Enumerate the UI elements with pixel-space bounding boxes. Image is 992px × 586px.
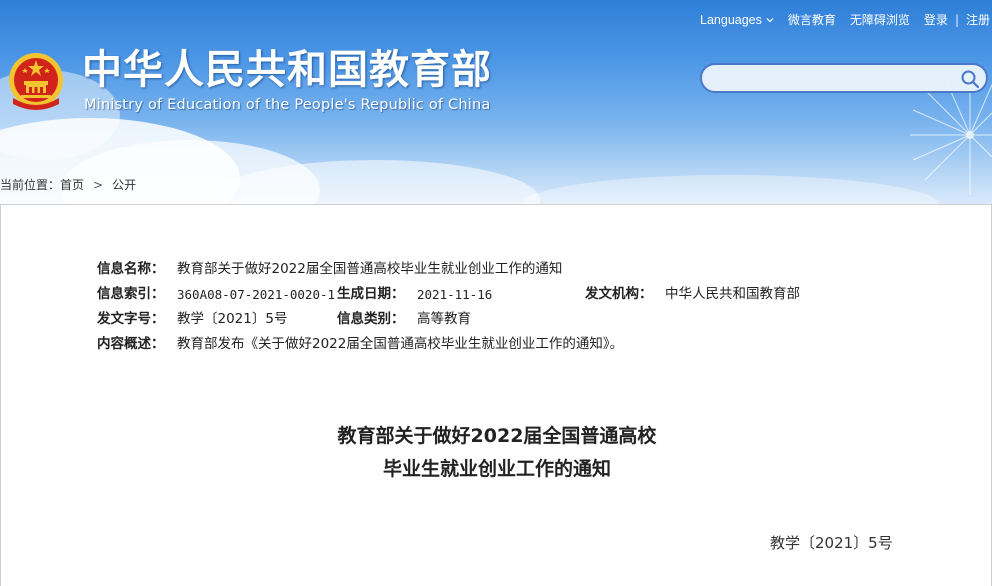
login-link[interactable]: 登录 (924, 11, 948, 28)
cloud-decoration (520, 175, 940, 205)
top-links: Languages 微言教育 无障碍浏览 登录 | 注册 (686, 11, 990, 28)
content-panel: 信息名称： 教育部关于做好2022届全国普通高校毕业生就业创业工作的通知 信息索… (0, 204, 992, 586)
document-title-line1: 教育部关于做好2022届全国普通高校 (337, 425, 657, 447)
info-org-label: 发文机构： (585, 286, 653, 302)
document-number: 教学〔2021〕5号 (770, 534, 893, 552)
breadcrumb-prefix: 当前位置： (0, 178, 61, 192)
languages-label: Languages (700, 12, 762, 27)
breadcrumb-home-link[interactable]: 首页 (60, 178, 84, 192)
register-link[interactable]: 注册 (966, 11, 990, 28)
info-name-value: 教育部关于做好2022届全国普通高校毕业生就业创业工作的通知 (177, 261, 563, 277)
national-emblem-icon (9, 53, 63, 110)
site-header: 中华人民共和国教育部 Ministry of Education of the … (0, 0, 992, 205)
link-separator: | (954, 12, 959, 27)
breadcrumb-arrow-icon: > (93, 178, 104, 192)
info-summary-label: 内容概述： (97, 336, 165, 352)
search-box (700, 63, 988, 93)
info-category-value: 高等教育 (417, 311, 471, 327)
breadcrumb-current-link[interactable]: 公开 (112, 178, 136, 192)
breadcrumb: 当前位置：首页 > 公开 (0, 176, 136, 193)
search-icon[interactable] (960, 69, 980, 89)
site-title: 中华人民共和国教育部 (82, 47, 492, 93)
search-input[interactable] (714, 69, 958, 91)
weibo-link[interactable]: 微言教育 (788, 11, 836, 28)
info-index-label: 信息索引： (97, 286, 165, 302)
info-docno-value: 教学〔2021〕5号 (177, 311, 288, 327)
languages-menu[interactable]: Languages (700, 13, 774, 27)
info-date-label: 生成日期： (337, 286, 405, 302)
info-summary-value: 教育部发布《关于做好2022届全国普通高校毕业生就业创业工作的通知》。 (177, 336, 624, 352)
document-title-line2: 毕业生就业创业工作的通知 (382, 458, 611, 480)
info-name-label: 信息名称： (97, 261, 165, 277)
accessibility-link[interactable]: 无障碍浏览 (850, 11, 910, 28)
info-docno-label: 发文字号： (97, 311, 165, 327)
site-subtitle: Ministry of Education of the People's Re… (84, 97, 491, 113)
info-category-label: 信息类别： (337, 311, 405, 327)
info-index-value: 360A08-07-2021-0020-1 (177, 287, 336, 302)
info-date-value: 2021-11-16 (417, 287, 493, 302)
info-org-value: 中华人民共和国教育部 (665, 286, 800, 302)
chevron-down-icon (766, 17, 774, 22)
